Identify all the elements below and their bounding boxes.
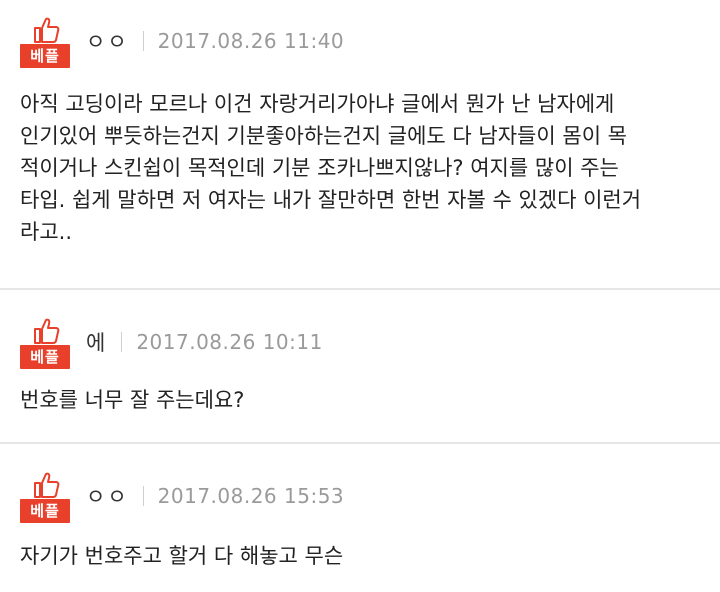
comment-list: 베플 ㅇㅇ 2017.08.26 11:40 아직 고딩이라 모르나 이건 자랑…: [0, 0, 720, 592]
comment-text: 자기가 번호주고 할거 다 해놓고 무슨: [20, 544, 344, 568]
comment-header: 베플 에 2017.08.26 10:11: [20, 290, 700, 372]
comment-author[interactable]: ㅇㅇ: [86, 26, 129, 56]
thumbs-up-icon: [34, 472, 60, 498]
divider: [121, 332, 123, 352]
divider: [142, 31, 144, 51]
best-comment-mark: 베플: [20, 16, 70, 68]
best-badge: 베플: [20, 345, 70, 369]
thumbs-up-icon: [34, 17, 60, 43]
thumbs-up-icon: [34, 318, 60, 344]
comment-text: 아직 고딩이라 모르나 이건 자랑거리가아냐 글에서 뭔가 난 남자에게 인기있…: [20, 92, 642, 244]
comment-date: 2017.08.26 11:40: [157, 29, 345, 53]
best-comment-mark: 베플: [20, 471, 70, 523]
comment-header: 베플 ㅇㅇ 2017.08.26 11:40: [20, 0, 700, 70]
comment-item: 베플 에 2017.08.26 10:11 번호를 너무 잘 주는데요?: [0, 290, 720, 444]
comment-text: 번호를 너무 잘 주는데요?: [20, 388, 245, 412]
divider: [142, 486, 144, 506]
comment-author[interactable]: 에: [86, 327, 107, 357]
best-badge: 베플: [20, 499, 70, 523]
best-comment-mark: 베플: [20, 317, 70, 369]
comment-author[interactable]: ㅇㅇ: [86, 481, 129, 511]
comment-date: 2017.08.26 10:11: [136, 330, 323, 354]
comment-item: 베플 ㅇㅇ 2017.08.26 11:40 아직 고딩이라 모르나 이건 자랑…: [0, 0, 720, 290]
comment-item: 베플 ㅇㅇ 2017.08.26 15:53 자기가 번호주고 할거 다 해놓고…: [0, 444, 720, 592]
comment-header: 베플 ㅇㅇ 2017.08.26 15:53: [20, 444, 700, 526]
best-badge: 베플: [20, 44, 70, 68]
comment-date: 2017.08.26 15:53: [157, 484, 345, 508]
